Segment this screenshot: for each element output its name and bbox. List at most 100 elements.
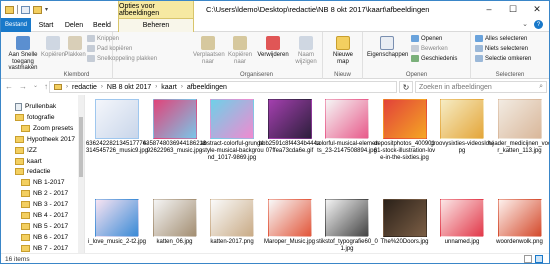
sidebar-item[interactable]: Hypotheek 2017 [15,134,75,145]
file-item[interactable]: katten_06.jpg [143,199,207,246]
file-name: katten_06.jpg [156,239,193,245]
refresh-button[interactable]: ↻ [399,81,413,93]
file-item[interactable]: unnamed.jpg [430,199,494,246]
file-item[interactable]: depositphotos_40090161-stock-illustratio… [373,99,437,162]
rename-button[interactable]: Naam wijzigen [291,36,321,65]
delete-button[interactable]: Verwijderen [257,36,289,59]
copy-to-button[interactable]: Kopiëren naar [225,36,255,65]
minimize-button[interactable]: – [477,1,501,17]
history-icon [411,55,419,62]
file-item[interactable]: abstract-colorful-grunge-style-musical-b… [200,99,264,162]
select-all-button[interactable]: Alles selecteren [475,35,527,42]
search-icon: ⌕ [539,83,543,90]
chevron-right-icon[interactable]: › [155,84,157,90]
new-folder-icon[interactable] [33,5,42,14]
search-input[interactable]: Zoeken in afbeeldingen ⌕ [415,81,547,93]
breadcrumb[interactable]: › redactie › NB 8 okt 2017 › kaart › afb… [49,81,397,93]
new-folder-button[interactable]: Nieuwe map [327,36,359,65]
sidebar-item-label: Zoom presets [33,124,74,132]
file-item[interactable]: bbb2591c8f4434b444a07ffea73cda6e.gif [258,99,322,155]
chevron-down-icon[interactable]: ▾ [45,6,48,13]
file-item[interactable]: header_medicijnen_voor_katten_113.jpg [488,99,549,155]
window-controls: – ☐ ✕ [477,1,549,17]
sidebar-item[interactable]: NB 7 - 2017 [21,243,68,253]
open-icon [411,35,419,42]
breadcrumb-item[interactable]: redactie [72,84,97,91]
sidebar-item-label: NB 2 - 2017 [33,190,69,198]
tab-view[interactable]: Beeld [91,18,113,32]
breadcrumb-item[interactable]: kaart [161,84,177,91]
chevron-down-icon[interactable]: ⌄ [33,82,38,91]
sidebar-scrollbar[interactable] [78,95,84,253]
copy-icon [46,36,60,50]
file-item[interactable]: 636242282134517774-314545726_music9.jpg [86,99,149,155]
copy-button[interactable]: Kopiëren [41,36,65,59]
select-none-button[interactable]: Niets selecteren [475,45,528,52]
sidebar-item[interactable]: fotografie [15,112,55,123]
forward-arrow-icon[interactable]: → [19,82,27,91]
paste-button[interactable]: Plakken [63,36,87,59]
file-item[interactable]: colorful-musical-elements_23-2147508894.… [315,99,379,155]
sidebar-item[interactable]: NB 2 - 2017 [21,188,68,199]
pin-quick-access-button[interactable]: Aan Snelle toegang vastmaken [3,36,43,72]
sidebar-item[interactable]: IZZ [15,145,37,156]
sidebar-item[interactable]: kaart [15,156,42,167]
tab-manage[interactable]: Beheren [118,18,194,32]
sidebar-item[interactable]: redactie [15,166,50,177]
sidebar-item[interactable]: NB 3 - 2017 [21,199,68,210]
file-item[interactable]: Maroper_Music.jpg [258,199,322,246]
scrollbar-thumb[interactable] [79,117,83,177]
scissors-icon [87,35,95,42]
delete-label: Verwijderen [257,52,289,58]
sidebar-item[interactable]: NB 5 - 2017 [21,221,68,232]
refresh-icon: ↻ [402,82,410,92]
file-item[interactable]: woordenwolk.png [488,199,550,246]
back-arrow-icon[interactable]: ← [5,82,13,91]
breadcrumb-item[interactable]: NB 8 okt 2017 [107,84,151,91]
toolbar-divider [17,5,18,14]
sidebar-item[interactable]: NB 6 - 2017 [21,232,68,243]
paste-shortcut-button[interactable]: Snelkoppeling plakken [87,55,157,62]
file-item[interactable]: katten-2017.png [200,199,264,246]
sidebar-item-label: NB 4 - 2017 [33,212,69,219]
chevron-down-icon[interactable]: ⌄ [522,20,528,29]
up-arrow-icon[interactable]: ↑ [44,82,48,91]
file-item[interactable]: stikstof_typografie60_01.jpg [315,199,379,253]
details-view-icon[interactable] [524,255,532,263]
tab-share[interactable]: Delen [63,18,85,32]
chevron-right-icon[interactable]: › [181,84,183,90]
open-button[interactable]: Openen [411,35,442,42]
maximize-button[interactable]: ☐ [501,1,525,17]
tab-file[interactable]: Bestand [1,18,31,32]
large-icons-view-icon[interactable] [535,255,543,263]
copy-path-button[interactable]: Pad kopiëren [87,45,132,52]
file-thumbnail [267,99,312,139]
breadcrumb-item[interactable]: afbeeldingen [187,84,227,91]
move-to-button[interactable]: Verplaatsen naar [193,36,225,65]
file-item[interactable]: i_love_music_2-t2.jpg [86,199,149,246]
chevron-right-icon[interactable]: › [101,84,103,90]
invert-selection-button[interactable]: Selectie omkeren [475,55,531,62]
folder-icon [21,179,30,187]
file-item[interactable]: The%20Doors.jpg [373,199,437,246]
history-button[interactable]: Geschiedenis [411,55,457,62]
chevron-right-icon[interactable]: › [66,84,68,90]
folder-icon [15,146,24,154]
sidebar-item-label: NB 3 - 2017 [33,201,69,209]
properties-button[interactable]: Eigenschappen [367,36,408,59]
sidebar-item[interactable]: NB 4 - 2017 [21,210,68,221]
edit-button[interactable]: Bewerken [411,45,448,52]
properties-icon[interactable] [21,5,30,14]
title-bar: ▾ Opties voor afbeeldingen C:\Users\ldem… [1,1,549,18]
file-name: groovysixties-videoslot.jpg [430,141,494,154]
file-item[interactable]: 635874803694418621892622963_music.jpg [143,99,207,155]
sidebar-item[interactable]: Zoom presets [21,123,73,134]
cut-button[interactable]: Knippen [87,35,119,42]
sidebar-item[interactable]: NB 1-2017 [21,177,65,188]
file-item[interactable]: groovysixties-videoslot.jpg [430,99,494,155]
help-icon[interactable]: ? [534,20,543,29]
tab-start[interactable]: Start [35,18,57,32]
sidebar-item[interactable]: Prullenbak [15,101,56,112]
file-name: The%20Doors.jpg [380,239,429,245]
close-button[interactable]: ✕ [525,1,549,17]
